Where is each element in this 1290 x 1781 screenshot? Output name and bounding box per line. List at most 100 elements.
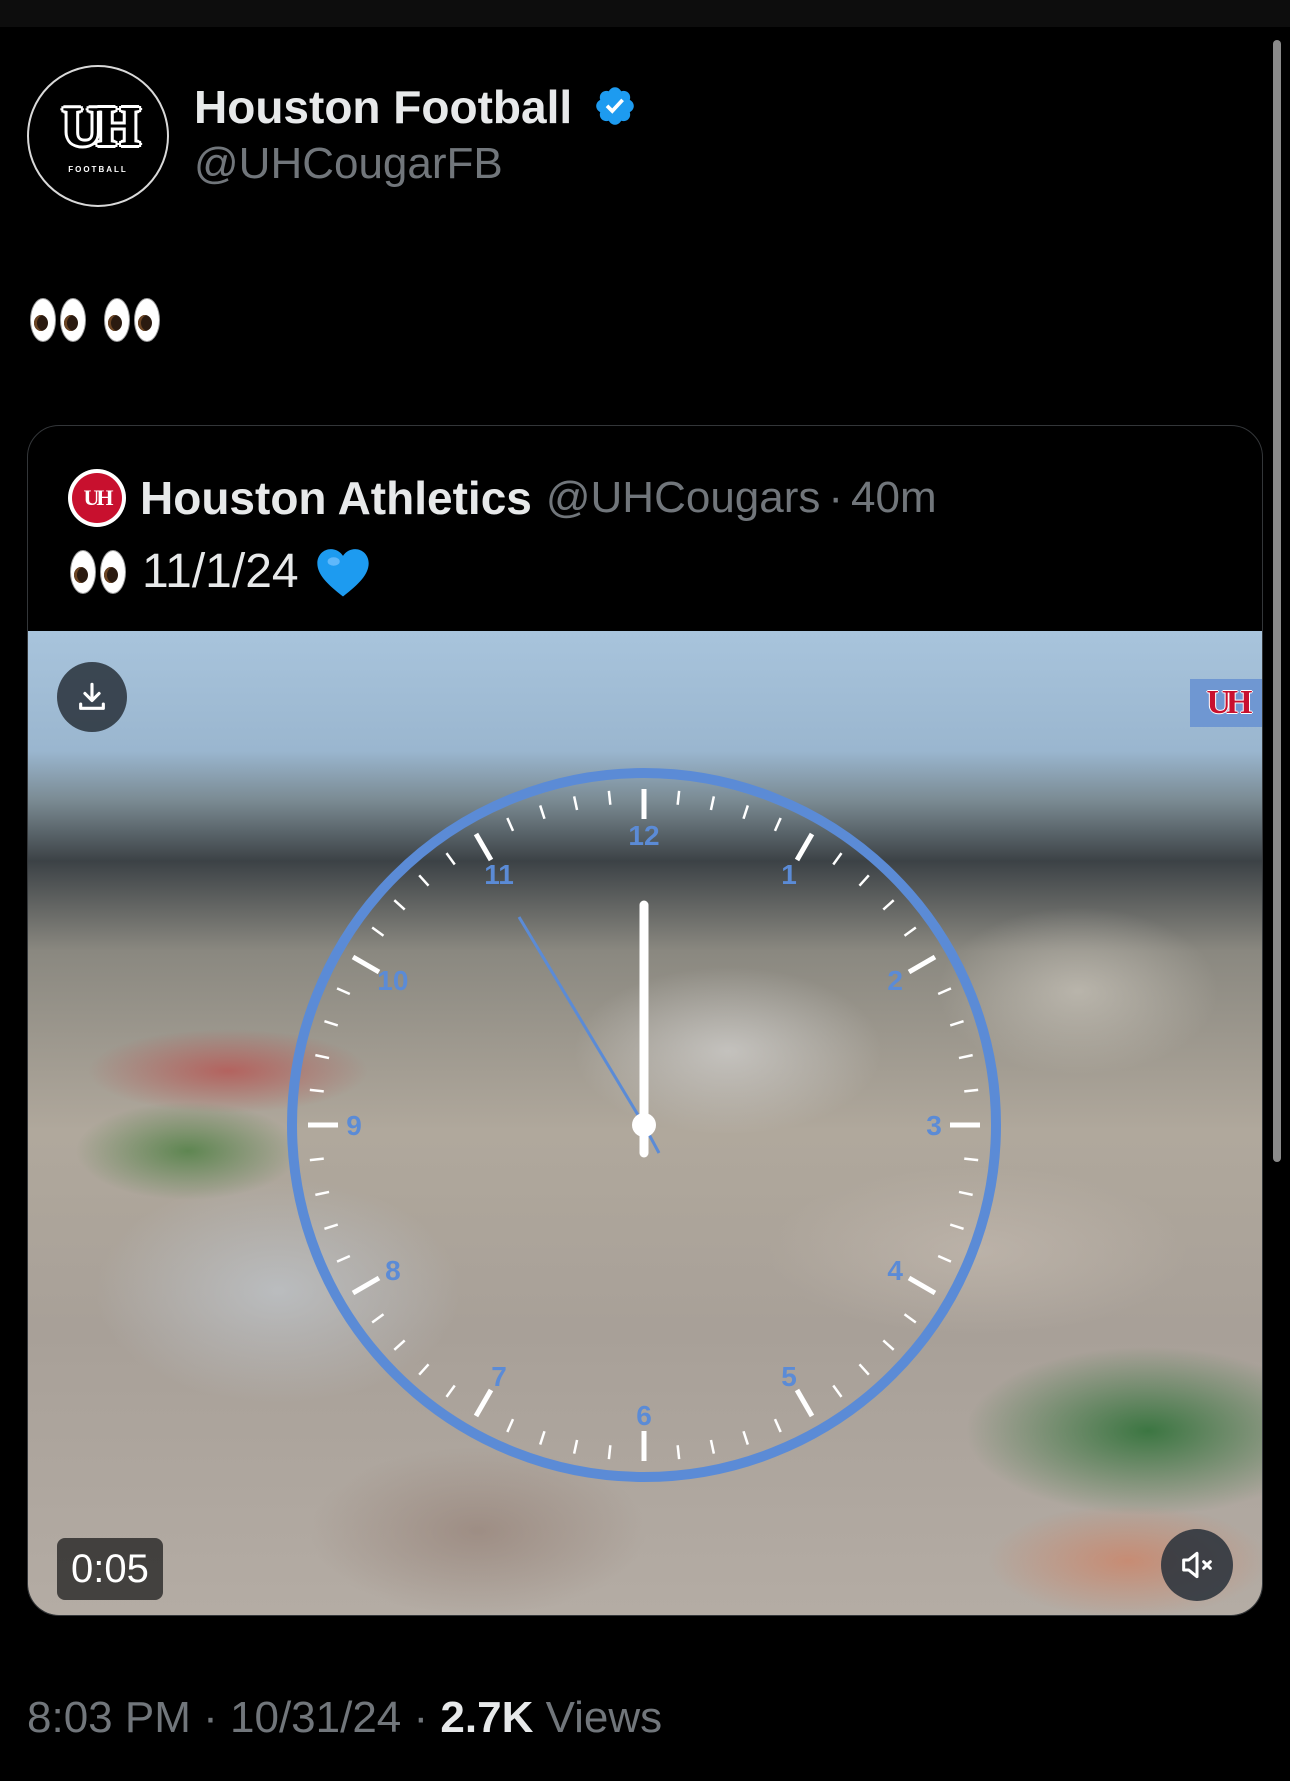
clock-minor-tick bbox=[315, 1190, 330, 1197]
clock-minor-tick bbox=[773, 817, 782, 832]
clock-minor-tick bbox=[418, 874, 430, 887]
clock-number: 2 bbox=[887, 965, 903, 996]
clock-minor-tick bbox=[309, 1088, 324, 1093]
clock-minor-tick bbox=[676, 790, 681, 805]
author-handle[interactable]: @UHCougarFB bbox=[194, 139, 503, 189]
clock-minor-tick bbox=[964, 1088, 979, 1093]
clock-minor-tick bbox=[506, 817, 515, 832]
clock-minor-tick bbox=[607, 1445, 612, 1460]
clock-graphic: 121234567891011 bbox=[287, 768, 1001, 1482]
quoted-avatar[interactable]: UH bbox=[68, 469, 126, 527]
clock-minor-tick bbox=[949, 1223, 964, 1231]
scrollbar[interactable] bbox=[1273, 40, 1281, 1162]
eyes-emoji-icon bbox=[30, 298, 172, 343]
quoted-author-handle[interactable]: @UHCougars bbox=[546, 473, 821, 523]
clock-number: 5 bbox=[781, 1361, 797, 1392]
video-elapsed-time: 0:05 bbox=[57, 1538, 163, 1600]
clock-minor-tick bbox=[538, 1430, 546, 1445]
clock-minor-tick bbox=[309, 1157, 324, 1162]
clock-minor-tick bbox=[903, 1313, 917, 1324]
download-icon bbox=[79, 682, 105, 710]
tweet-date[interactable]: 10/31/24 bbox=[230, 1693, 401, 1742]
dot-separator: · bbox=[203, 1693, 218, 1742]
clock-minor-tick bbox=[882, 899, 895, 911]
quoted-header: UH Houston Athletics @UHCougars · 40m bbox=[68, 468, 937, 528]
clock-major-tick bbox=[351, 1275, 381, 1296]
clock-minor-tick bbox=[742, 1430, 750, 1445]
clock-major-tick bbox=[473, 1388, 494, 1418]
clock-minor-tick bbox=[315, 1053, 330, 1060]
clock-minor-tick bbox=[709, 796, 716, 811]
uh-watermark: UH bbox=[1190, 679, 1262, 727]
clock-number: 10 bbox=[377, 965, 408, 996]
clock-minor-tick bbox=[937, 1254, 952, 1263]
status-strip bbox=[0, 0, 1290, 27]
views-label: Views bbox=[545, 1693, 663, 1742]
dot-separator: · bbox=[828, 473, 844, 522]
blue-heart-icon bbox=[316, 548, 369, 596]
clock-major-tick bbox=[794, 1388, 815, 1418]
clock-minor-tick bbox=[572, 796, 579, 811]
clock-minor-tick bbox=[937, 987, 952, 996]
clock-minor-tick bbox=[607, 790, 612, 805]
quoted-author-name[interactable]: Houston Athletics bbox=[140, 471, 532, 525]
clock-minor-tick bbox=[832, 1384, 843, 1398]
clock-minor-tick bbox=[371, 1313, 385, 1324]
dot-separator: · bbox=[413, 1693, 429, 1742]
verified-badge-icon bbox=[596, 87, 634, 125]
clock-minor-tick bbox=[676, 1445, 681, 1460]
clock-major-tick bbox=[907, 954, 937, 975]
clock-minor-tick bbox=[506, 1418, 515, 1433]
quoted-tweet[interactable]: UH Houston Athletics @UHCougars · 40m 11… bbox=[27, 425, 1263, 1616]
author-avatar[interactable]: UH FOOTBALL bbox=[27, 65, 169, 207]
clock-minor-tick bbox=[324, 1223, 339, 1231]
quoted-timestamp[interactable]: 40m bbox=[851, 473, 937, 523]
avatar-logo-subtext: FOOTBALL bbox=[68, 164, 128, 174]
clock-minor-tick bbox=[949, 1019, 964, 1027]
clock-minor-tick bbox=[572, 1439, 579, 1454]
minute-hand bbox=[517, 916, 646, 1126]
clock-minor-tick bbox=[832, 852, 843, 866]
clock-minor-tick bbox=[964, 1157, 979, 1162]
clock-number: 9 bbox=[346, 1110, 362, 1141]
clock-minor-tick bbox=[882, 1339, 895, 1351]
clock-minor-tick bbox=[538, 805, 546, 820]
clock-number: 7 bbox=[491, 1361, 507, 1392]
tweet-text bbox=[30, 290, 172, 345]
mute-toggle-button[interactable] bbox=[1161, 1529, 1233, 1601]
views-count: 2.7K bbox=[440, 1693, 534, 1742]
clock-number: 8 bbox=[385, 1255, 401, 1286]
clock-center bbox=[632, 1113, 656, 1137]
clock-minor-tick bbox=[742, 805, 750, 820]
watermark-logo-text: UH bbox=[1206, 684, 1253, 721]
clock-major-tick bbox=[473, 832, 494, 862]
clock-number: 1 bbox=[781, 859, 797, 890]
clock-minor-tick bbox=[371, 926, 385, 937]
quoted-text: 11/1/24 bbox=[70, 544, 371, 599]
clock-minor-tick bbox=[445, 1384, 456, 1398]
clock-minor-tick bbox=[336, 1254, 351, 1263]
tweet-meta: 8:03 PM · 10/31/24 · 2.7K Views bbox=[27, 1693, 662, 1743]
download-button[interactable] bbox=[57, 662, 127, 732]
clock-minor-tick bbox=[393, 1339, 406, 1351]
speaker-muted-icon bbox=[1182, 1551, 1212, 1579]
clock-minor-tick bbox=[709, 1439, 716, 1454]
clock-minor-tick bbox=[903, 926, 917, 937]
clock-number: 6 bbox=[636, 1400, 652, 1431]
quoted-avatar-logo: UH bbox=[72, 473, 122, 523]
clock-minor-tick bbox=[445, 852, 456, 866]
tweet-time[interactable]: 8:03 PM bbox=[27, 1693, 191, 1742]
clock-number: 11 bbox=[484, 859, 514, 890]
video-player[interactable]: UH 12 1 2 3 4 5 6 7 8 9 10 11 0:05 bbox=[28, 631, 1262, 1615]
clock-number: 4 bbox=[887, 1255, 903, 1286]
clock-minor-tick bbox=[958, 1053, 973, 1060]
clock-major-tick bbox=[351, 954, 381, 975]
clock-number: 3 bbox=[926, 1110, 942, 1141]
eyes-emoji-icon bbox=[70, 549, 126, 594]
clock-minor-tick bbox=[958, 1190, 973, 1197]
author-name[interactable]: Houston Football bbox=[194, 80, 572, 134]
clock-major-tick bbox=[794, 832, 815, 862]
clock-minor-tick bbox=[858, 874, 870, 887]
clock-minor-tick bbox=[773, 1418, 782, 1433]
clock-major-tick bbox=[907, 1275, 937, 1296]
